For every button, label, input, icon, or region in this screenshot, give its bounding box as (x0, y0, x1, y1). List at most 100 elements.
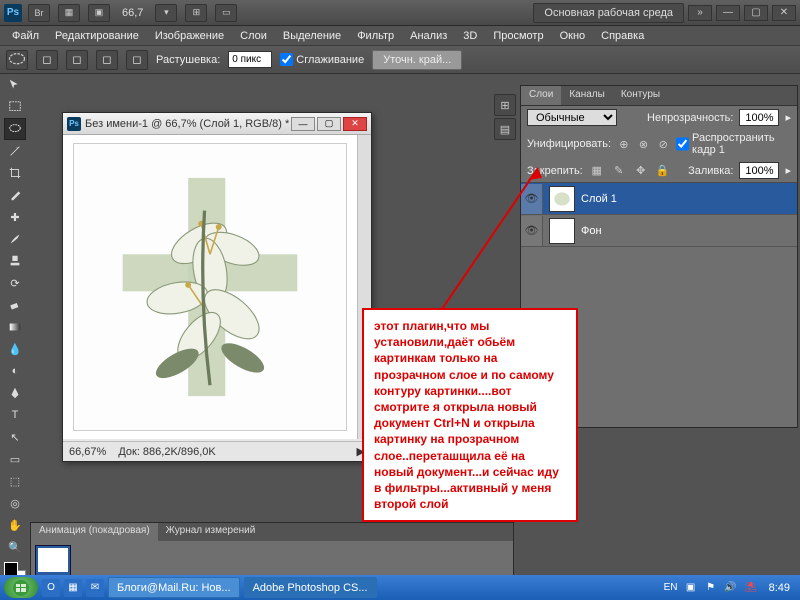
feather-input[interactable] (228, 51, 272, 68)
language-indicator[interactable]: EN (663, 580, 679, 596)
doc-maximize[interactable]: ▢ (317, 117, 341, 131)
selection-sub-icon[interactable]: ◻ (96, 50, 118, 70)
lock-all-icon[interactable]: 🔒 (655, 163, 671, 179)
menu-filter[interactable]: Фильтр (351, 28, 400, 44)
start-button[interactable] (4, 577, 38, 598)
menu-3d[interactable]: 3D (457, 28, 483, 44)
menu-analysis[interactable]: Анализ (404, 28, 453, 44)
dodge-tool[interactable]: ◐ (4, 360, 26, 382)
refine-edge-button[interactable]: Уточн. край... (372, 50, 462, 70)
unify-position-icon[interactable]: ⊕ (617, 136, 631, 152)
brush-tool[interactable] (4, 228, 26, 250)
menu-view[interactable]: Просмотр (487, 28, 549, 44)
layer-name[interactable]: Слой 1 (581, 193, 617, 205)
minimize-button[interactable]: — (716, 5, 740, 21)
fill-arrow-icon[interactable]: ▸ (785, 164, 791, 177)
quicklaunch-opera-icon[interactable]: O (42, 579, 60, 597)
layer-row[interactable]: 👁 Слой 1 (521, 183, 797, 215)
3d-tool[interactable]: ⬚ (4, 470, 26, 492)
menu-select[interactable]: Выделение (277, 28, 347, 44)
visibility-icon[interactable]: 👁 (521, 216, 543, 246)
gradient-tool[interactable] (4, 316, 26, 338)
shape-tool[interactable]: ▭ (4, 448, 26, 470)
tray-icon[interactable]: 🔊 (723, 580, 739, 596)
close-button[interactable]: ✕ (772, 5, 796, 21)
menu-help[interactable]: Справка (595, 28, 650, 44)
tab-animation[interactable]: Анимация (покадровая) (31, 523, 158, 541)
selection-intersect-icon[interactable]: ◻ (126, 50, 148, 70)
type-tool[interactable]: T (4, 404, 26, 426)
tab-layers[interactable]: Слои (521, 86, 561, 105)
propagate-checkbox[interactable]: Распространить кадр 1 (676, 132, 791, 156)
bridge-icon[interactable]: Br (28, 4, 50, 22)
menu-layers[interactable]: Слои (234, 28, 273, 44)
visibility-icon[interactable]: 👁 (521, 184, 543, 214)
mini-bridge-icon[interactable]: ▦ (58, 4, 80, 22)
tray-icon[interactable]: ⚑ (703, 580, 719, 596)
layer-thumbnail[interactable] (549, 218, 575, 244)
opacity-input[interactable] (739, 109, 779, 126)
tray-icon[interactable]: ▣ (683, 580, 699, 596)
blend-mode-select[interactable]: Обычные (527, 109, 617, 126)
3d-camera-tool[interactable]: ◎ (4, 492, 26, 514)
wand-tool[interactable] (4, 140, 26, 162)
doc-zoom-value[interactable]: 66,67% (69, 446, 106, 458)
unify-visibility-icon[interactable]: ⊗ (637, 136, 651, 152)
pen-tool[interactable] (4, 382, 26, 404)
tab-channels[interactable]: Каналы (561, 86, 613, 105)
lasso-tool-preset[interactable] (6, 50, 28, 70)
quicklaunch-item[interactable]: ✉ (86, 579, 104, 597)
history-panel-icon[interactable]: ⊞ (494, 94, 516, 116)
hand-tool[interactable]: ✋ (4, 514, 26, 536)
crop-tool[interactable] (4, 162, 26, 184)
antialias-checkbox[interactable]: Сглаживание (280, 53, 364, 66)
selection-add-icon[interactable]: ◻ (66, 50, 88, 70)
history-brush-tool[interactable]: ⟳ (4, 272, 26, 294)
selection-new-icon[interactable]: ◻ (36, 50, 58, 70)
lock-image-icon[interactable]: ✎ (611, 163, 627, 179)
arrange-icon[interactable]: ⊞ (185, 4, 207, 22)
healing-tool[interactable]: ✚ (4, 206, 26, 228)
workspace-more[interactable]: » (688, 5, 712, 21)
layer-thumbnail[interactable] (549, 186, 575, 212)
document-canvas[interactable] (63, 135, 357, 439)
menu-image[interactable]: Изображение (149, 28, 230, 44)
fill-input[interactable] (739, 162, 779, 179)
eraser-tool[interactable] (4, 294, 26, 316)
lock-transparent-icon[interactable]: ▦ (589, 163, 605, 179)
quicklaunch-item[interactable]: ▦ (64, 579, 82, 597)
screen-mode-icon[interactable]: ▭ (215, 4, 237, 22)
menu-window[interactable]: Окно (554, 28, 592, 44)
antivirus-icon[interactable]: ⛱ (743, 580, 759, 596)
path-tool[interactable]: ↖ (4, 426, 26, 448)
doc-minimize[interactable]: — (291, 117, 315, 131)
layer-row[interactable]: 👁 Фон (521, 215, 797, 247)
document-icon: Ps (67, 117, 81, 131)
maximize-button[interactable]: ▢ (744, 5, 768, 21)
menu-edit[interactable]: Редактирование (49, 28, 145, 44)
eyedropper-tool[interactable] (4, 184, 26, 206)
opacity-label: Непрозрачность: (647, 112, 733, 124)
zoom-tool[interactable]: 🔍 (4, 536, 26, 558)
doc-close[interactable]: ✕ (343, 117, 367, 131)
clock[interactable]: 8:49 (763, 582, 796, 594)
taskbar-task[interactable]: Блоги@Mail.Ru: Нов... (108, 577, 240, 598)
document-titlebar[interactable]: Ps Без имени-1 @ 66,7% (Слой 1, RGB/8) *… (63, 113, 371, 135)
taskbar-task[interactable]: Adobe Photoshop CS... (244, 577, 377, 598)
layer-name[interactable]: Фон (581, 225, 602, 237)
view-extras-icon[interactable]: ▣ (88, 4, 110, 22)
stamp-tool[interactable] (4, 250, 26, 272)
zoom-dropdown[interactable]: ▾ (155, 4, 177, 22)
lasso-tool[interactable] (4, 118, 26, 140)
move-tool[interactable] (4, 74, 26, 96)
lock-position-icon[interactable]: ✥ (633, 163, 649, 179)
actions-panel-icon[interactable]: ▤ (494, 118, 516, 140)
workspace-switcher[interactable]: Основная рабочая среда (533, 3, 684, 23)
blur-tool[interactable]: 💧 (4, 338, 26, 360)
unify-style-icon[interactable]: ⊘ (656, 136, 670, 152)
menu-file[interactable]: Файл (6, 28, 45, 44)
opacity-arrow-icon[interactable]: ▸ (785, 111, 791, 124)
tab-measurement-log[interactable]: Журнал измерений (158, 523, 264, 541)
tab-paths[interactable]: Контуры (613, 86, 668, 105)
marquee-tool[interactable] (4, 96, 26, 118)
